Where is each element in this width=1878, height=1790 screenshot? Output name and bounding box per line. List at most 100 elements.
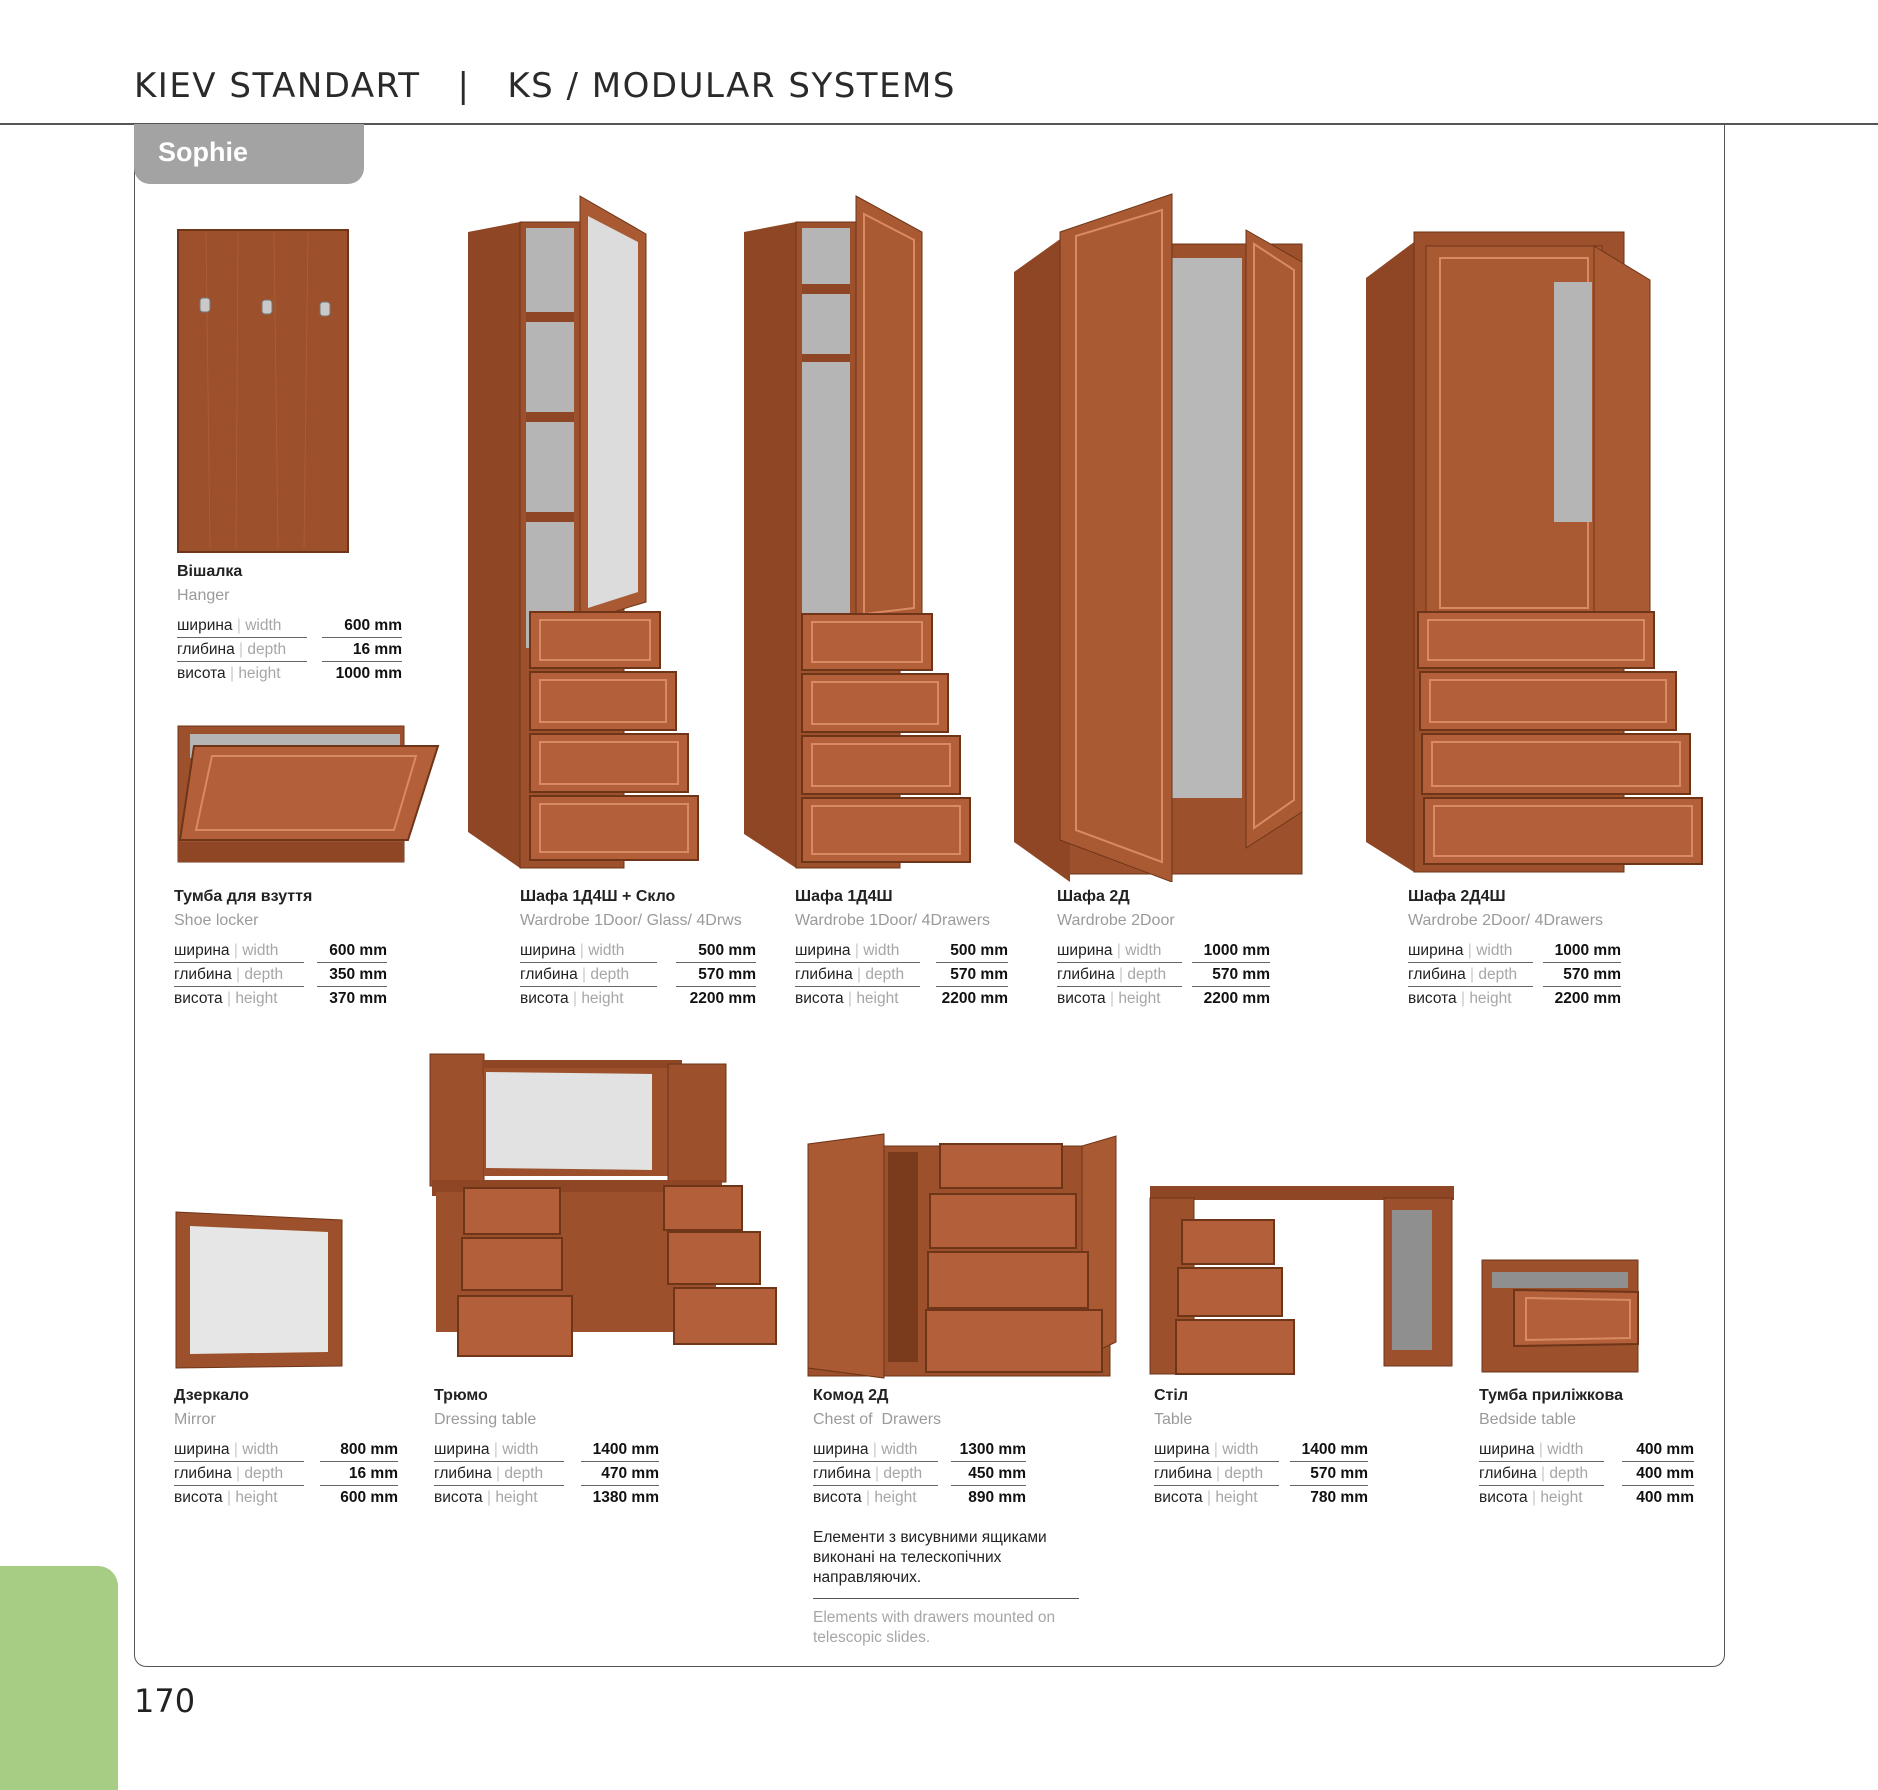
spec-value: 1400 mm [1301,1441,1368,1458]
spec-separator: | [1119,966,1124,983]
spec-value: 780 mm [1310,1489,1368,1506]
spec-separator: | [872,1441,877,1458]
spec-label-en: depth [1127,966,1167,983]
spec-separator: | [239,641,244,658]
spec-label-ua: глибина [1408,966,1466,983]
spec-depth: глибина | depth 16 mm [174,1462,398,1486]
spec-label-ua: глибина [174,966,232,983]
spec-separator: | [226,990,231,1007]
spec-list: ширина | width 1000 mm глибина | depth 570… [1057,939,1270,1011]
product-name: Комод 2Д [813,1387,889,1404]
spec-value: 2200 mm [941,990,1008,1007]
spec-value: 16 mm [348,1465,398,1482]
spec-label-en: width [1476,942,1513,959]
spec-separator: | [1541,1465,1546,1482]
product-name: Стіл [1154,1387,1188,1404]
spec-label-en: width [245,617,282,634]
spec-label-ua: глибина [1154,1465,1212,1482]
spec-label-en: height [1540,1489,1583,1506]
spec-list: ширина | width 400 mm глибина | depth 400 … [1479,1438,1694,1510]
product-chest-of-drawers: Комод 2Д Chest of Drawers ширина | width… [813,1384,1026,1510]
spec-label-ua: глибина [1057,966,1115,983]
spec-width: ширина | width 600 mm [177,614,402,638]
spec-separator: | [1116,942,1121,959]
spec-separator: | [854,942,859,959]
product-name-en: Shoe locker [174,912,259,929]
spec-label-ua: висота [1479,1489,1528,1506]
spec-label-en: depth [244,1465,284,1482]
spec-separator: | [1206,1489,1211,1506]
spec-depth: глибина | depth 16 mm [177,638,402,662]
spec-depth: глибина | depth 570 mm [1408,963,1621,987]
spec-label-en: depth [865,966,905,983]
spec-value: 500 mm [950,942,1008,959]
spec-height: висота | height 1000 mm [177,662,402,686]
spec-separator: | [1470,966,1475,983]
spec-value: 400 mm [1636,1489,1694,1506]
spec-label-en: width [588,942,625,959]
product-name-en: Bedside table [1479,1411,1576,1428]
spec-separator: | [486,1489,491,1506]
spec-list: ширина | width 600 mm глибина | depth 350 … [174,939,387,1011]
spec-value: 600 mm [344,617,402,634]
product-name-en: Mirror [174,1411,216,1428]
spec-label-ua: глибина [1479,1465,1537,1482]
spec-height: висота | height 600 mm [174,1486,398,1510]
spec-label-ua: висота [177,665,226,682]
product-name: Трюмо [434,1387,488,1404]
spec-list: ширина | width 500 mm глибина | depth 570 … [795,939,1008,1011]
spec-separator: | [847,990,852,1007]
spec-label-en: width [502,1441,539,1458]
spec-label-en: width [863,942,900,959]
spec-separator: | [226,1489,231,1506]
spec-list: ширина | width 600 mm глибина | depth 16 m… [177,614,402,686]
product-wardrobe-1d4sh-glass: Шафа 1Д4Ш + Скло Wardrobe 1Door/ Glass/ … [520,885,756,1011]
spec-label-ua: глибина [520,966,578,983]
spec-value: 890 mm [968,1489,1026,1506]
spec-width: ширина | width 1000 mm [1408,939,1621,963]
spec-label-ua: висота [174,990,223,1007]
spec-label-en: width [1547,1441,1584,1458]
spec-height: висота | height 370 mm [174,987,387,1011]
note-divider [813,1598,1079,1599]
spec-label-en: height [856,990,899,1007]
spec-list: ширина | width 1000 mm глибина | depth 570… [1408,939,1621,1011]
mirror-image [175,1211,343,1369]
spec-label-ua: висота [813,1489,862,1506]
spec-value: 570 mm [1310,1465,1368,1482]
spec-value: 570 mm [1563,966,1621,983]
spec-width: ширина | width 1300 mm [813,1438,1026,1462]
spec-width: ширина | width 1000 mm [1057,939,1270,963]
spec-separator: | [493,1441,498,1458]
dressing-table-image [429,1053,777,1357]
spec-separator: | [496,1465,501,1482]
spec-value: 400 mm [1636,1441,1694,1458]
spec-value: 1000 mm [1203,942,1270,959]
spec-height: висота | height 2200 mm [1057,987,1270,1011]
spec-label-en: depth [1478,966,1518,983]
spec-label-ua: висота [1057,990,1106,1007]
product-name: Шафа 1Д4Ш [795,888,893,905]
product-name-en: Wardrobe 1Door/ 4Drawers [795,912,991,929]
product-name: Вішалка [177,563,243,580]
spec-depth: глибина | depth 470 mm [434,1462,659,1486]
spec-label-en: depth [1549,1465,1589,1482]
note-ua: Елементи з висувними ящиками виконані на… [813,1529,1047,1586]
spec-depth: глибина | depth 400 mm [1479,1462,1694,1486]
spec-label-en: width [242,942,279,959]
wardrobe-2d4sh-image [1366,231,1703,873]
product-name-en: Wardrobe 2Door [1057,912,1175,929]
spec-label-ua: ширина [813,1441,869,1458]
spec-height: висота | height 2200 mm [795,987,1008,1011]
shoe-locker-image [177,725,440,863]
product-name-en: Hanger [177,587,230,604]
spec-separator: | [233,942,238,959]
spec-value: 600 mm [340,1489,398,1506]
spec-value: 450 mm [968,1465,1026,1482]
spec-list: ширина | width 1400 mm глибина | depth 470… [434,1438,659,1510]
spec-label-ua: глибина [813,1465,871,1482]
spec-depth: глибина | depth 350 mm [174,963,387,987]
spec-label-en: height [874,1489,917,1506]
spec-separator: | [875,1465,880,1482]
product-name: Тумба приліжкова [1479,1387,1624,1404]
